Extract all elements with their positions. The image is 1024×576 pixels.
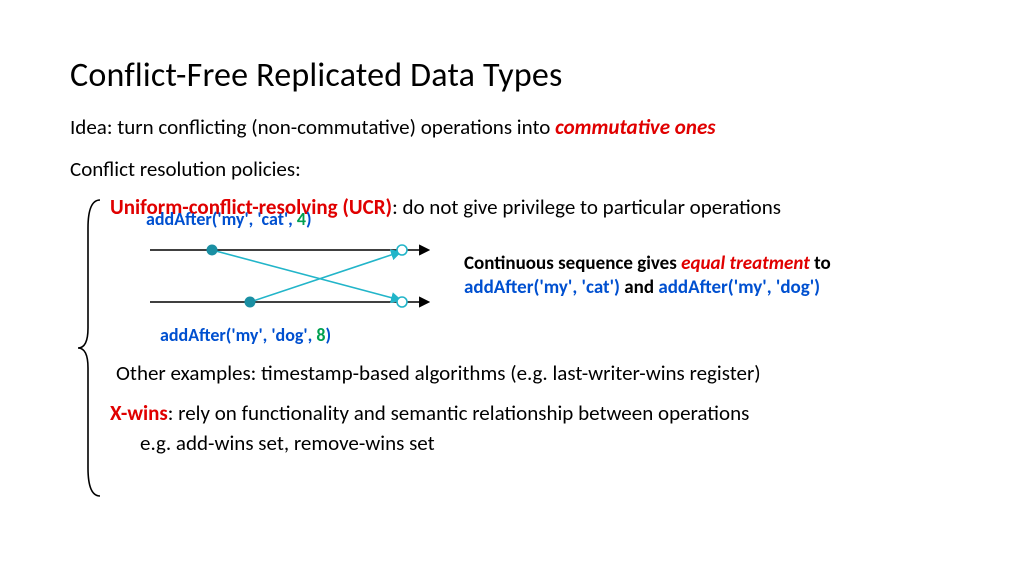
diag-top-num: 4 xyxy=(297,208,306,230)
ucr-rest: : do not give privilege to particular op… xyxy=(392,194,781,220)
idea-emphasis: commutative ones xyxy=(555,114,715,140)
slide-title: Conflict-Free Replicated Data Types xyxy=(70,55,964,96)
idea-prefix: Idea: turn conflicting (non-commutative)… xyxy=(70,114,555,140)
caption-b: to xyxy=(810,252,831,275)
caption-and: and xyxy=(620,276,658,299)
event-dot-bottom xyxy=(245,297,256,308)
diagram-label-top: addAfter('my', 'cat', 4) xyxy=(146,208,312,230)
receive-dot-bottom xyxy=(397,297,407,307)
cross-arrow-down xyxy=(212,250,400,300)
idea-line: Idea: turn conflicting (non-commutative)… xyxy=(70,114,964,140)
caption-a: Continuous sequence gives xyxy=(464,252,681,275)
caption-c1: addAfter('my', 'cat') xyxy=(464,276,620,299)
xwins-label: X-wins xyxy=(110,400,168,426)
xwins-rest: : rely on functionality and semantic rel… xyxy=(168,400,750,426)
diagram-label-bottom: addAfter('my', 'dog', 8) xyxy=(160,324,331,346)
xwins-example: e.g. add-wins set, remove-wins set xyxy=(140,430,964,456)
diagram-row: addAfter('my', 'cat', 4) xyxy=(140,230,964,322)
receive-dot-top xyxy=(397,245,407,255)
diag-bot-pre: addAfter('my', 'dog', xyxy=(160,324,316,346)
event-dot-top xyxy=(207,245,218,256)
caption-emph: equal treatment xyxy=(681,252,810,275)
diag-bot-post: ) xyxy=(325,324,331,346)
slide: Conflict-Free Replicated Data Types Idea… xyxy=(0,0,1024,576)
curly-brace-icon xyxy=(76,198,106,498)
diagram-svg xyxy=(140,230,440,322)
policies-heading: Conflict resolution policies: xyxy=(70,156,964,182)
diagram-caption: Continuous sequence gives equal treatmen… xyxy=(464,252,904,300)
caption-c2: addAfter('my', 'dog') xyxy=(658,276,820,299)
diag-top-pre: addAfter('my', 'cat', xyxy=(146,208,297,230)
crdt-diagram: addAfter('my', 'cat', 4) xyxy=(140,230,440,322)
xwins-line: X-wins: rely on functionality and semant… xyxy=(110,400,964,426)
other-examples: Other examples: timestamp-based algorith… xyxy=(116,360,964,386)
policies-body: Uniform-conflict-resolving (UCR): do not… xyxy=(110,194,964,456)
diag-top-post: ) xyxy=(306,208,312,230)
